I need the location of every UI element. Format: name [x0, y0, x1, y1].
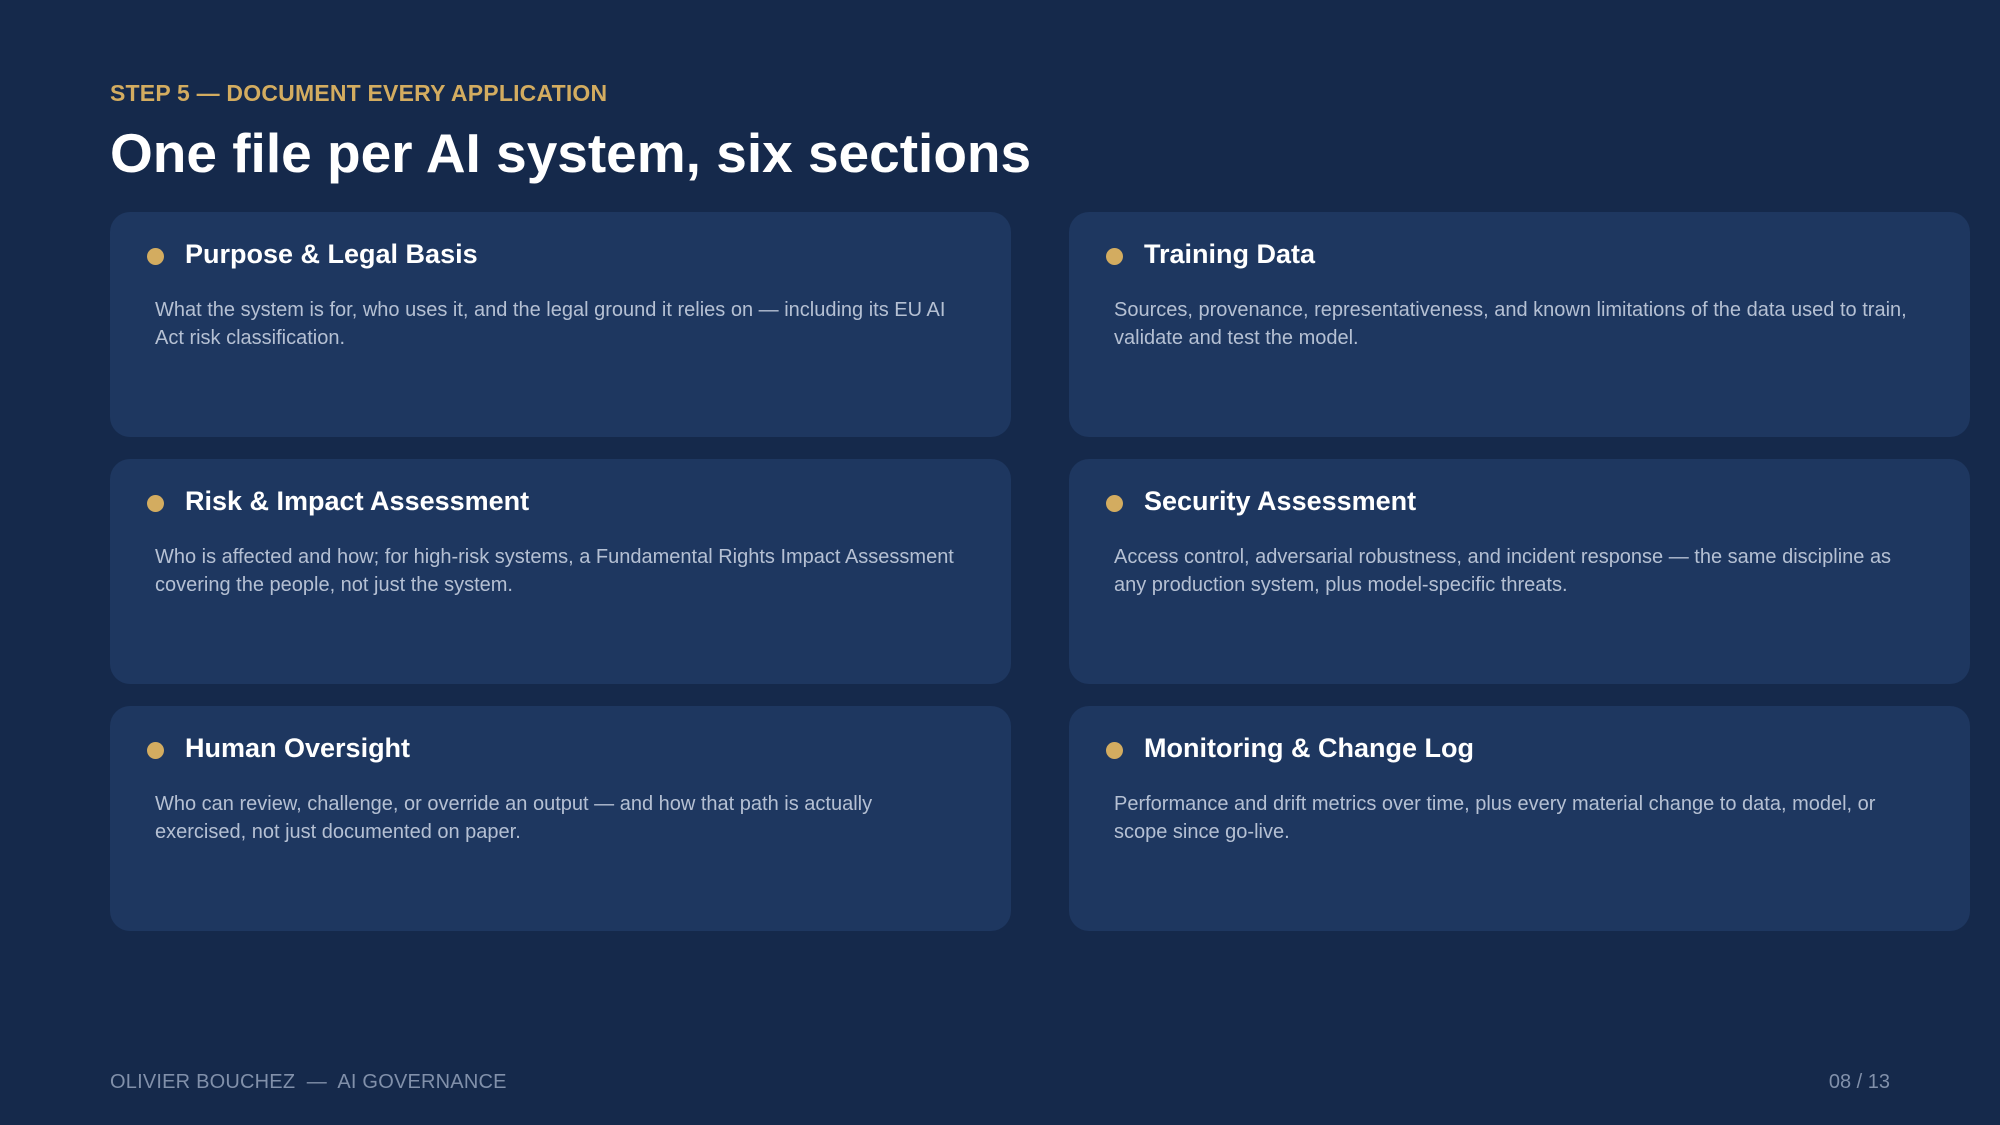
card-title: Training Data [1144, 239, 1316, 269]
card-header: Monitoring & Change Log [1106, 733, 1474, 764]
card-title: Risk & Impact Assessment [185, 486, 530, 516]
card-description: Sources, provenance, representativeness,… [1114, 299, 1907, 349]
card-header: Purpose & Legal Basis [147, 239, 478, 270]
bullet-dot-icon [1106, 741, 1123, 759]
page-number: 08 / 13 [1828, 1071, 1890, 1093]
card-description: Access control, adversarial robustness, … [1114, 546, 1892, 596]
card-security-assessment: Security Assessment Access control, adve… [1069, 459, 1970, 684]
bullet-dot-icon [1106, 247, 1123, 265]
card-title: Security Assessment [1144, 486, 1417, 516]
card-description: Who is affected and how; for high-risk s… [155, 546, 954, 596]
bullet-dot-icon [147, 247, 164, 265]
card-header: Training Data [1106, 239, 1315, 270]
section-grid: Purpose & Legal Basis What the system is… [110, 212, 1970, 931]
card-description: What the system is for, who uses it, and… [155, 299, 946, 349]
bullet-dot-icon [147, 494, 164, 512]
footer-author: OLIVIER BOUCHEZ — AI GOVERNANCE [110, 1071, 507, 1093]
eyebrow: STEP 5 — DOCUMENT EVERY APPLICATION [110, 80, 608, 106]
card-header: Security Assessment [1106, 486, 1416, 517]
card-human-oversight: Human Oversight Who can review, challeng… [110, 706, 1011, 931]
card-title: Human Oversight [185, 733, 411, 763]
card-monitoring-change-log: Monitoring & Change Log Performance and … [1069, 706, 1970, 931]
card-title: Purpose & Legal Basis [185, 239, 478, 269]
bullet-dot-icon [1106, 494, 1123, 512]
card-description: Who can review, challenge, or override a… [155, 793, 873, 843]
card-training-data: Training Data Sources, provenance, repre… [1069, 212, 1970, 437]
card-purpose-legal-basis: Purpose & Legal Basis What the system is… [110, 212, 1011, 437]
page-title: One file per AI system, six sections [110, 122, 1032, 184]
card-risk-impact-assessment: Risk & Impact Assessment Who is affected… [110, 459, 1011, 684]
card-header: Human Oversight [147, 733, 410, 764]
card-header: Risk & Impact Assessment [147, 486, 529, 517]
card-title: Monitoring & Change Log [1144, 733, 1474, 763]
bullet-dot-icon [147, 741, 164, 759]
card-description: Performance and drift metrics over time,… [1114, 793, 1876, 843]
